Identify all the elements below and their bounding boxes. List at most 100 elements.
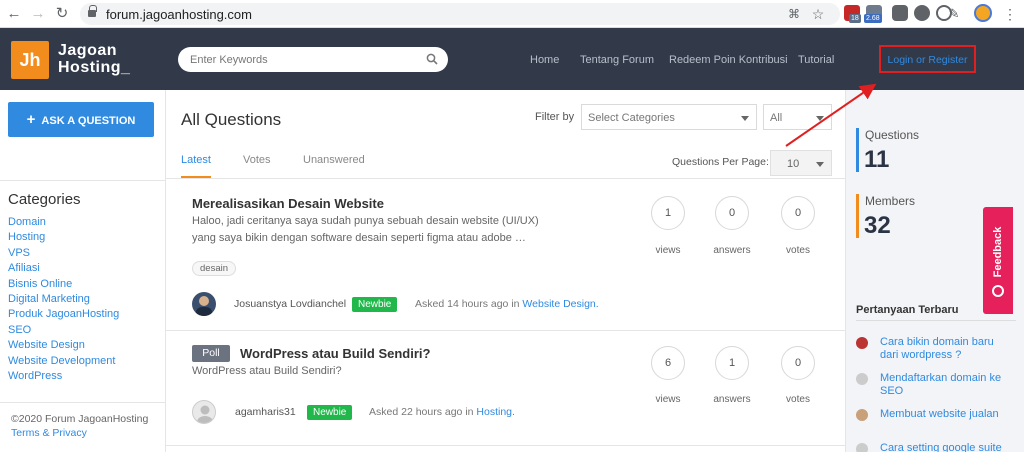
copyright-text: ©2020 Forum JagoanHosting <box>11 413 149 425</box>
questions-stat-label: Questions <box>865 128 920 142</box>
category-list: Domain Hosting VPS Afiliasi Bisnis Onlin… <box>8 215 119 384</box>
questions-stat-bar <box>856 128 859 172</box>
address-bar[interactable]: forum.jagoanhosting.com <box>80 3 840 25</box>
categories-title: Categories <box>8 191 81 208</box>
url-text: forum.jagoanhosting.com <box>106 7 252 22</box>
nav-tutorial[interactable]: Tutorial <box>798 54 834 66</box>
author-name[interactable]: agamharis31 <box>235 406 296 418</box>
reload-icon[interactable]: ↻ <box>52 4 72 24</box>
category-link[interactable]: SEO <box>8 323 119 338</box>
question-title[interactable]: Merealisasikan Desain Website <box>192 196 384 211</box>
avatar <box>856 409 868 421</box>
recent-question-link[interactable]: Cara bikin domain baru dari wordpress ? <box>880 336 1010 362</box>
default-user-icon <box>197 405 213 423</box>
eyedropper-icon[interactable]: ✎ <box>944 4 964 24</box>
question-category-link[interactable]: Website Design. <box>522 298 598 310</box>
category-link[interactable]: Produk JagoanHosting <box>8 307 119 322</box>
status-select[interactable]: All <box>763 104 832 130</box>
category-select[interactable]: Select Categories <box>581 104 757 130</box>
poll-badge: Poll <box>192 345 230 362</box>
search-box <box>178 47 448 72</box>
forward-icon[interactable]: → <box>28 4 48 24</box>
page-title: All Questions <box>181 110 282 129</box>
browser-toolbar: ← → ↻ forum.jagoanhosting.com ⌘ ☆ 18 2.6… <box>0 0 1024 28</box>
questions-per-page-value: 10 <box>787 158 800 170</box>
category-link[interactable]: Afiliasi <box>8 261 119 276</box>
question-title[interactable]: WordPress atau Build Sendiri? <box>240 346 430 361</box>
category-link[interactable]: Domain <box>8 215 119 230</box>
category-link[interactable]: Bisnis Online <box>8 277 119 292</box>
views-label: views <box>655 245 681 256</box>
avatar <box>856 443 868 452</box>
answers-label: answers <box>713 245 751 256</box>
views-label: views <box>655 394 681 405</box>
menu-kebab-icon[interactable]: ⋮ <box>1000 4 1020 24</box>
ask-question-button[interactable]: + ASK A QUESTION <box>8 102 154 137</box>
back-icon[interactable]: ← <box>4 4 24 24</box>
chat-icon <box>992 285 1004 297</box>
tab-votes[interactable]: Votes <box>243 154 271 166</box>
bookmark-star-icon[interactable]: ☆ <box>808 4 828 24</box>
user-photo-icon <box>196 296 212 316</box>
search-input[interactable] <box>190 51 410 68</box>
chevron-down-icon <box>741 116 749 121</box>
tab-latest[interactable]: Latest <box>181 154 211 166</box>
votes-count: 0 <box>781 346 815 380</box>
votes-count: 0 <box>781 196 815 230</box>
nav-redeem-poin[interactable]: Redeem Poin Kontribusi <box>669 54 788 66</box>
logo-line-1: Jagoan <box>58 42 118 59</box>
nav-home[interactable]: Home <box>530 54 559 66</box>
asked-info: Asked 22 hours ago in Hosting. <box>369 406 515 418</box>
login-register-label: Login or Register <box>887 54 968 66</box>
category-link[interactable]: Website Development <box>8 354 119 369</box>
divider <box>0 402 166 403</box>
translate-icon[interactable]: ⌘ <box>784 4 804 24</box>
recent-questions-title: Pertanyaan Terbaru <box>856 304 959 316</box>
avatar <box>856 337 868 349</box>
avatar[interactable] <box>192 400 216 424</box>
profile-avatar-icon[interactable] <box>974 4 992 22</box>
question-excerpt: WordPress atau Build Sendiri? <box>192 365 342 377</box>
lock-icon <box>88 5 97 19</box>
recent-question-link[interactable]: Cara setting google suite <box>880 442 1010 452</box>
question-tag[interactable]: desain <box>192 261 236 276</box>
category-link[interactable]: Website Design <box>8 338 119 353</box>
rank-badge: Newbie <box>307 405 353 420</box>
questions-stat-count: 11 <box>864 146 890 173</box>
ask-question-label: ASK A QUESTION <box>41 115 136 127</box>
login-register-button[interactable]: Login or Register <box>879 45 976 73</box>
divider <box>856 320 1016 321</box>
recent-question-link[interactable]: Mendaftarkan domain ke SEO <box>880 372 1010 398</box>
author-name[interactable]: Josuanstya Lovdianchel <box>234 298 346 310</box>
avatar[interactable] <box>192 292 216 316</box>
logo-line-2: Hosting_ <box>58 59 131 76</box>
question-category-link[interactable]: Hosting. <box>476 406 515 418</box>
members-stat-label: Members <box>865 194 916 208</box>
category-link[interactable]: Digital Marketing <box>8 292 119 307</box>
feedback-button[interactable]: Feedback <box>983 207 1013 314</box>
category-link[interactable]: Hosting <box>8 230 119 245</box>
asked-info: Asked 14 hours ago in Website Design. <box>415 298 599 310</box>
category-link[interactable]: VPS <box>8 246 119 261</box>
logo-mark[interactable]: Jh <box>11 41 49 79</box>
search-icon[interactable] <box>426 53 438 65</box>
views-count: 6 <box>651 346 685 380</box>
left-sidebar: + ASK A QUESTION Categories Domain Hostin… <box>0 90 166 452</box>
questions-per-page-select[interactable]: 10 <box>770 150 832 176</box>
recent-question-link[interactable]: Membuat website jualan <box>880 408 1010 421</box>
terms-privacy-link[interactable]: Terms & Privacy <box>11 427 87 439</box>
tab-unanswered[interactable]: Unanswered <box>303 154 365 166</box>
plus-icon: + <box>26 111 36 128</box>
category-link[interactable]: WordPress <box>8 369 119 384</box>
answers-count: 0 <box>715 196 749 230</box>
nav-tentang-forum[interactable]: Tentang Forum <box>580 54 654 66</box>
logo-text[interactable]: Jagoan Hosting_ <box>58 42 130 76</box>
site-header: Jh Jagoan Hosting_ Home Tentang Forum Re… <box>0 28 1024 90</box>
filter-label: Filter by <box>535 111 575 123</box>
circle-extension-icon[interactable] <box>914 5 930 21</box>
shield-extension-icon[interactable] <box>892 5 908 21</box>
category-select-value: Select Categories <box>588 112 675 124</box>
divider <box>0 180 166 181</box>
status-select-value: All <box>770 112 783 124</box>
question-item: Merealisasikan Desain Website Haloo, jad… <box>166 179 845 331</box>
